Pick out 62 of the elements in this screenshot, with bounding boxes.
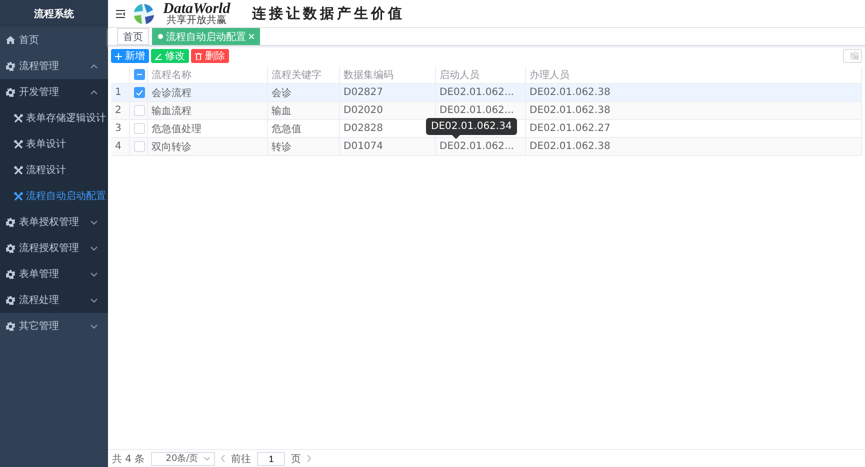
table-cell: 双向转诊 bbox=[147, 138, 267, 156]
check-icon bbox=[136, 90, 142, 96]
gear-icon bbox=[6, 322, 15, 330]
chevron-icon bbox=[90, 324, 98, 328]
table-cell: DE02.01.062.38 bbox=[525, 84, 862, 102]
tab[interactable]: 首页 bbox=[117, 28, 149, 45]
chevron-icon bbox=[90, 298, 98, 302]
plus-icon bbox=[115, 52, 122, 60]
table-cell: 转诊 bbox=[267, 138, 339, 156]
gear-icon bbox=[6, 270, 15, 278]
chevron-icon bbox=[90, 272, 98, 276]
gear-icon bbox=[6, 218, 15, 226]
table-cell: D02827 bbox=[339, 84, 435, 102]
gear-icon bbox=[6, 296, 15, 304]
gear-icon bbox=[6, 244, 15, 252]
trash-icon bbox=[195, 52, 202, 60]
menu-icon[interactable] bbox=[116, 10, 125, 18]
pencil-icon bbox=[155, 52, 162, 60]
logo-icon bbox=[133, 2, 155, 24]
table-cell: 输血 bbox=[267, 102, 339, 120]
close-icon[interactable] bbox=[249, 34, 254, 39]
table-cell: 会诊 bbox=[267, 84, 339, 102]
row-number: 4 bbox=[111, 138, 129, 156]
chevron-icon bbox=[204, 456, 210, 460]
logo-motto: 共享开放共赢 bbox=[166, 16, 227, 26]
menu-item[interactable]: 流程管理 bbox=[0, 53, 108, 79]
checkbox[interactable] bbox=[134, 87, 144, 98]
minus-icon bbox=[136, 74, 142, 75]
page-input[interactable]: 1 bbox=[257, 452, 286, 466]
chevron-icon bbox=[90, 64, 98, 68]
menu-item[interactable]: 首页 bbox=[0, 27, 108, 53]
checkbox[interactable] bbox=[134, 69, 144, 80]
page-unit: 页 bbox=[291, 452, 302, 466]
row-number: 1 bbox=[111, 84, 129, 102]
page-size-select[interactable]: 20条/页 bbox=[150, 452, 216, 466]
row-number: 2 bbox=[111, 102, 129, 120]
table-cell: D01074 bbox=[339, 138, 435, 156]
chevron-icon bbox=[90, 90, 98, 94]
table-cell: 会诊流程 bbox=[147, 84, 267, 102]
tools-icon bbox=[14, 140, 23, 148]
tools-icon bbox=[14, 114, 23, 122]
slogan: 连接让数据产生价值 bbox=[252, 4, 406, 22]
home-icon bbox=[6, 36, 15, 44]
tools-icon bbox=[14, 192, 23, 200]
table-cell: DE02.01.062.38 bbox=[525, 102, 862, 120]
logo-name: DataWorld bbox=[163, 2, 230, 16]
table-cell: DE02.01.062... bbox=[435, 138, 525, 156]
table-cell: D02020 bbox=[339, 102, 435, 120]
table-cell: DE02.01.062.38 bbox=[525, 138, 862, 156]
table-cell: 输血流程 bbox=[147, 102, 267, 120]
app-title: 流程系统 bbox=[0, 0, 108, 27]
gear-icon bbox=[6, 62, 15, 70]
chevron-icon bbox=[90, 220, 98, 224]
total-count: 共 4 条 bbox=[112, 452, 145, 466]
menu-item[interactable]: 其它管理 bbox=[0, 313, 108, 339]
goto-label: 前往 bbox=[231, 452, 252, 466]
gear-icon bbox=[6, 88, 15, 96]
tools-icon bbox=[14, 166, 23, 174]
chevron-icon bbox=[90, 246, 98, 250]
next-icon[interactable] bbox=[307, 455, 312, 462]
previous-icon[interactable] bbox=[221, 455, 226, 462]
table-cell: DE02.01.062... bbox=[435, 84, 525, 102]
